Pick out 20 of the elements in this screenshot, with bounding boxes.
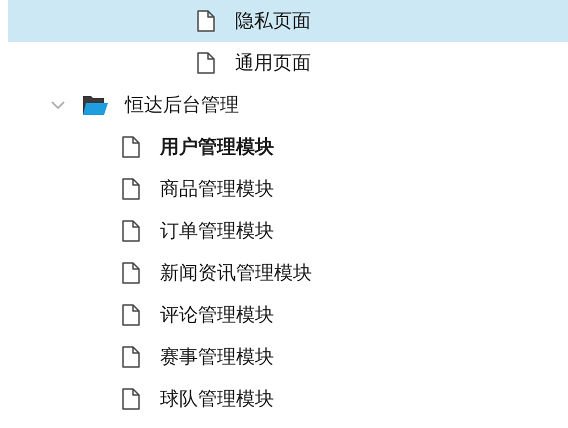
tree-item[interactable]: 商品管理模块 <box>8 168 568 210</box>
document-icon <box>122 220 140 242</box>
tree-item[interactable]: 隐私页面 <box>8 0 568 42</box>
tree-item[interactable]: 球队管理模块 <box>8 378 568 420</box>
document-icon <box>122 346 140 368</box>
folder-icon <box>82 94 109 116</box>
tree-item[interactable]: 新闻资讯管理模块 <box>8 252 568 294</box>
tree-item[interactable]: 赛事管理模块 <box>8 336 568 378</box>
document-icon <box>122 388 140 410</box>
tree-item[interactable]: 恒达后台管理 <box>8 84 568 126</box>
document-icon <box>122 262 140 284</box>
document-icon <box>197 52 215 74</box>
tree-item[interactable]: 评论管理模块 <box>8 294 568 336</box>
tree-item[interactable]: 订单管理模块 <box>8 210 568 252</box>
document-icon <box>122 136 140 158</box>
tree-item[interactable]: 通用页面 <box>8 42 568 84</box>
document-icon <box>122 304 140 326</box>
document-icon <box>197 10 215 32</box>
tree-item[interactable]: 用户管理模块 <box>8 126 568 168</box>
document-icon <box>122 178 140 200</box>
